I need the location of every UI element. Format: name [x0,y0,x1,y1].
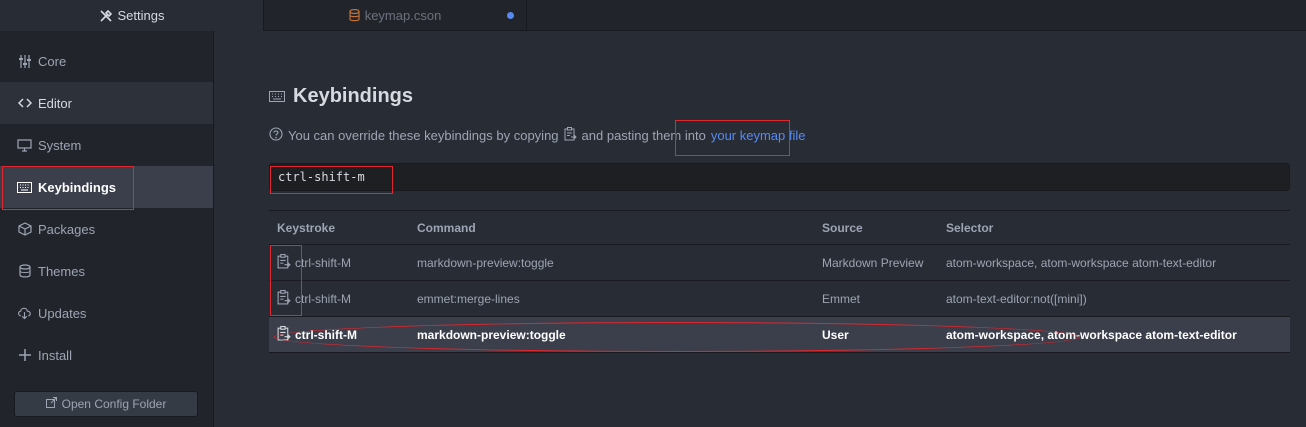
sidebar-item-install[interactable]: Install [0,334,213,376]
sidebar-item-themes[interactable]: Themes [0,250,213,292]
copy-keybinding-icon[interactable] [277,253,291,272]
question-icon [269,127,283,144]
sidebar-item-system[interactable]: System [0,124,213,166]
sidebar-item-updates[interactable]: Updates [0,292,213,334]
modified-indicator [507,12,514,19]
column-header-selector[interactable]: Selector [946,221,1290,235]
keyboard-icon [269,85,285,108]
open-config-folder-button[interactable]: Open Config Folder [14,391,198,417]
source-cell: Emmet [822,291,861,306]
table-header: Keystroke Command Source Selector [269,210,1290,245]
paintcan-icon [17,264,32,279]
source-cell: User [822,327,849,342]
database-icon [349,9,360,22]
clippy-icon [564,127,577,144]
cloud-download-icon [17,306,32,321]
copy-keybinding-icon[interactable] [277,289,291,308]
selector-cell: atom-text-editor:not([mini]) [946,291,1087,306]
selector-cell: atom-workspace, atom-workspace atom-text… [946,255,1217,270]
keybindings-panel: Keybindings You can override these keybi… [214,31,1306,427]
column-header-source[interactable]: Source [822,221,946,235]
tab-keymap-cson[interactable]: keymap.cson [264,0,527,31]
selector-cell: atom-workspace, atom-workspace atom-text… [946,327,1237,342]
keybinding-search-input[interactable]: ctrl-shift-m [269,163,1290,191]
package-icon [17,222,32,237]
sidebar-item-keybindings[interactable]: Keybindings [0,166,213,208]
settings-sidebar: Core Editor System Keybindings Packages … [0,31,214,427]
sidebar-item-editor[interactable]: Editor [0,82,213,124]
command-cell: emmet:merge-lines [417,291,520,306]
code-icon [17,96,32,111]
link-external-icon [45,397,57,411]
keystroke-cell: ctrl-shift-M [295,255,351,270]
keyboard-icon [17,180,32,195]
settings-sliders-icon [17,54,32,69]
keybindings-table: Keystroke Command Source Selector ctrl-s… [269,210,1290,353]
keystroke-cell: ctrl-shift-M [295,291,351,306]
help-text: You can override these keybindings by co… [269,127,806,144]
tab-label: Settings [117,8,165,23]
tools-icon [99,9,113,23]
tab-bar: Settings keymap.cson [0,0,1306,31]
tab-settings[interactable]: Settings [0,0,264,31]
keymap-file-link[interactable]: your keymap file [711,128,806,143]
copy-keybinding-icon[interactable] [277,325,291,344]
table-row[interactable]: ctrl-shift-M markdown-preview:toggle Mar… [269,245,1290,281]
source-cell: Markdown Preview [822,255,924,270]
command-cell: markdown-preview:toggle [417,327,566,342]
section-heading: Keybindings [269,85,413,108]
device-desktop-icon [17,138,32,153]
sidebar-item-core[interactable]: Core [0,40,213,82]
page-title: Keybindings [293,85,414,107]
plus-icon [17,348,32,363]
tab-label: keymap.cson [364,8,442,23]
keystroke-cell: ctrl-shift-M [295,327,357,342]
column-header-command[interactable]: Command [417,221,822,235]
table-row-user[interactable]: ctrl-shift-M markdown-preview:toggle Use… [269,317,1290,353]
sidebar-item-packages[interactable]: Packages [0,208,213,250]
column-header-keystroke[interactable]: Keystroke [269,221,417,235]
command-cell: markdown-preview:toggle [417,255,554,270]
table-row[interactable]: ctrl-shift-M emmet:merge-lines Emmet ato… [269,281,1290,317]
